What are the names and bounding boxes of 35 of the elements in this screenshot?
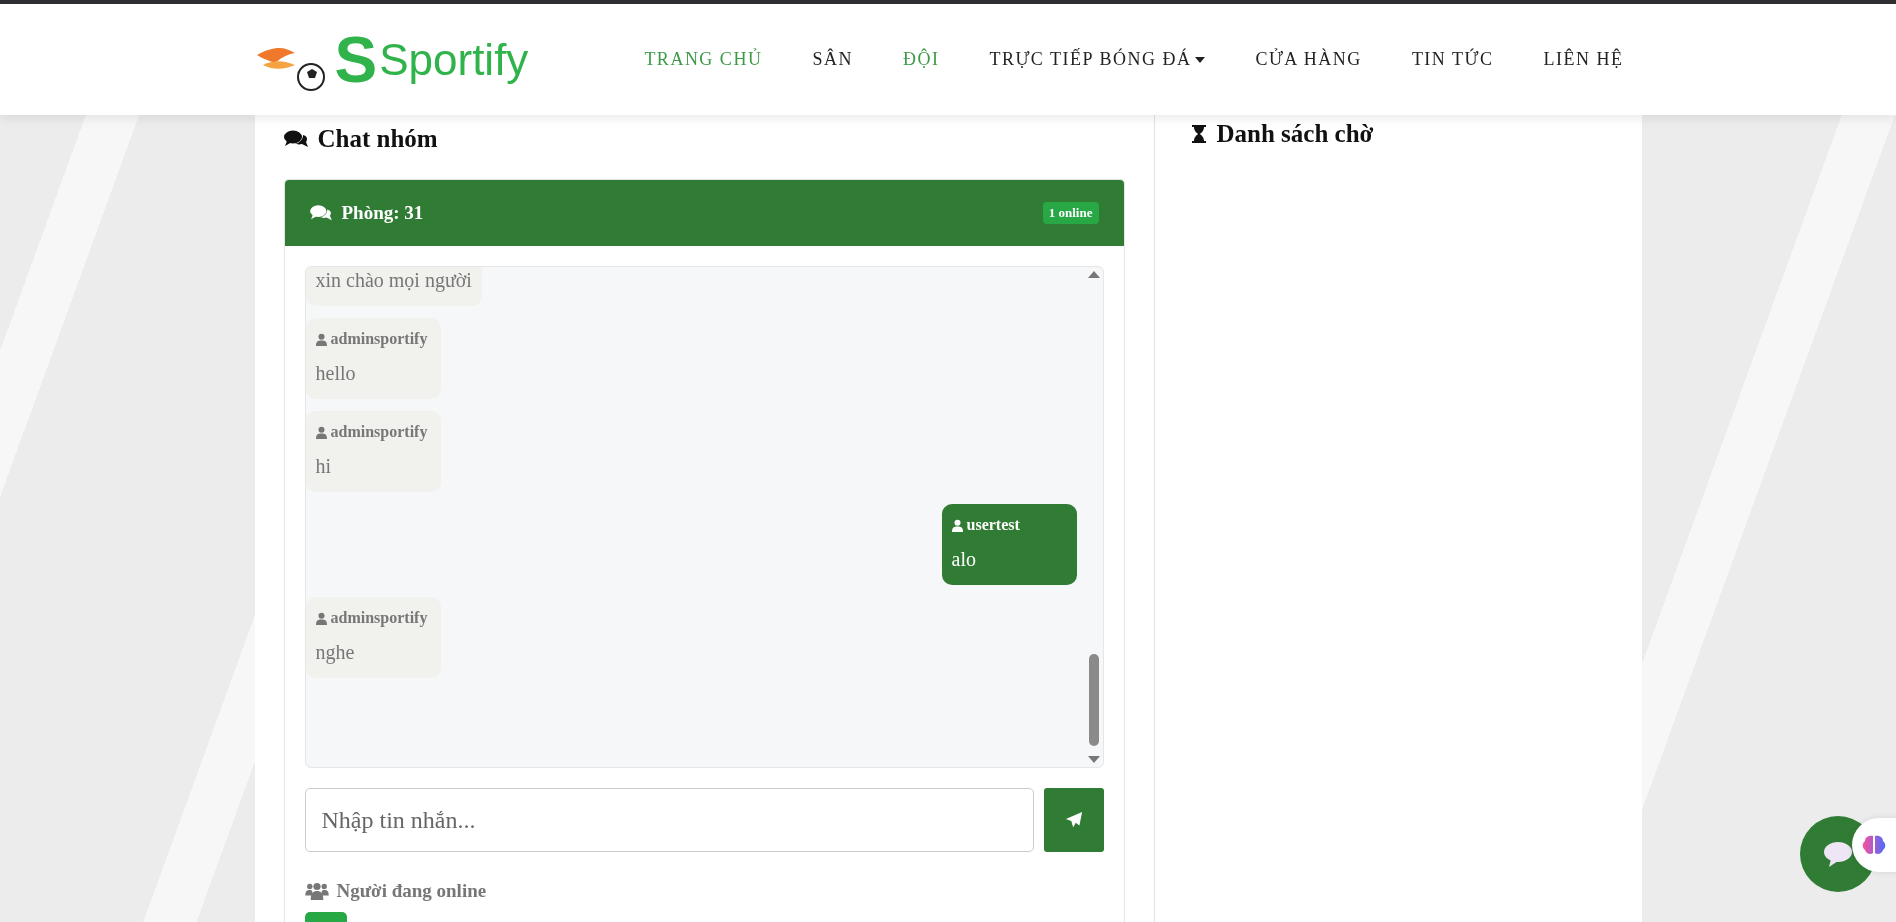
sender-name: adminsportify (330, 330, 428, 348)
message-text: xin chào mọi người (315, 269, 472, 292)
online-count-badge: 1 online (1042, 202, 1099, 224)
hourglass-icon (1190, 124, 1207, 144)
sender-name: usertest (966, 516, 1020, 534)
message-text: alo (951, 548, 977, 571)
nav-link[interactable]: CỬA HÀNG (1255, 49, 1362, 70)
sender-name: adminsportify (330, 609, 428, 627)
message-text: nghe (315, 641, 356, 664)
user-icon (315, 425, 327, 439)
nav-link[interactable]: ĐỘI (902, 49, 940, 70)
nav-link[interactable]: TIN TỨC (1411, 49, 1494, 70)
chat-bubbles-icon (283, 129, 308, 149)
nav-link[interactable]: TRANG CHỦ (644, 49, 763, 70)
room-title: Phòng: 31 (341, 202, 424, 224)
paper-plane-icon (1064, 811, 1083, 829)
message-input[interactable]: Nhập tin nhắn... (304, 788, 1034, 852)
nav-link[interactable]: SÂN (812, 49, 853, 70)
brain-icon (1862, 834, 1886, 856)
sender-name: adminsportify (330, 423, 428, 441)
nav-link[interactable]: LIÊN HỆ (1543, 49, 1624, 70)
user-icon (315, 332, 327, 346)
nav-link[interactable]: TRỰC TIẾP BÓNG ĐÁ (989, 49, 1206, 70)
user-icon (315, 611, 327, 625)
user-icon (951, 518, 963, 532)
section-title: Chat nhóm (317, 125, 438, 153)
chat-bubbles-icon (309, 204, 332, 222)
users-icon (304, 882, 329, 900)
send-button[interactable] (1043, 788, 1104, 852)
online-users-title: Người đang online (336, 880, 487, 902)
message-text: hello (315, 362, 357, 385)
assistant-button[interactable] (1852, 818, 1896, 872)
message-text: hi (315, 455, 333, 478)
speech-bubble-icon (1823, 841, 1853, 867)
section-title: Danh sách chờ (1216, 120, 1374, 148)
